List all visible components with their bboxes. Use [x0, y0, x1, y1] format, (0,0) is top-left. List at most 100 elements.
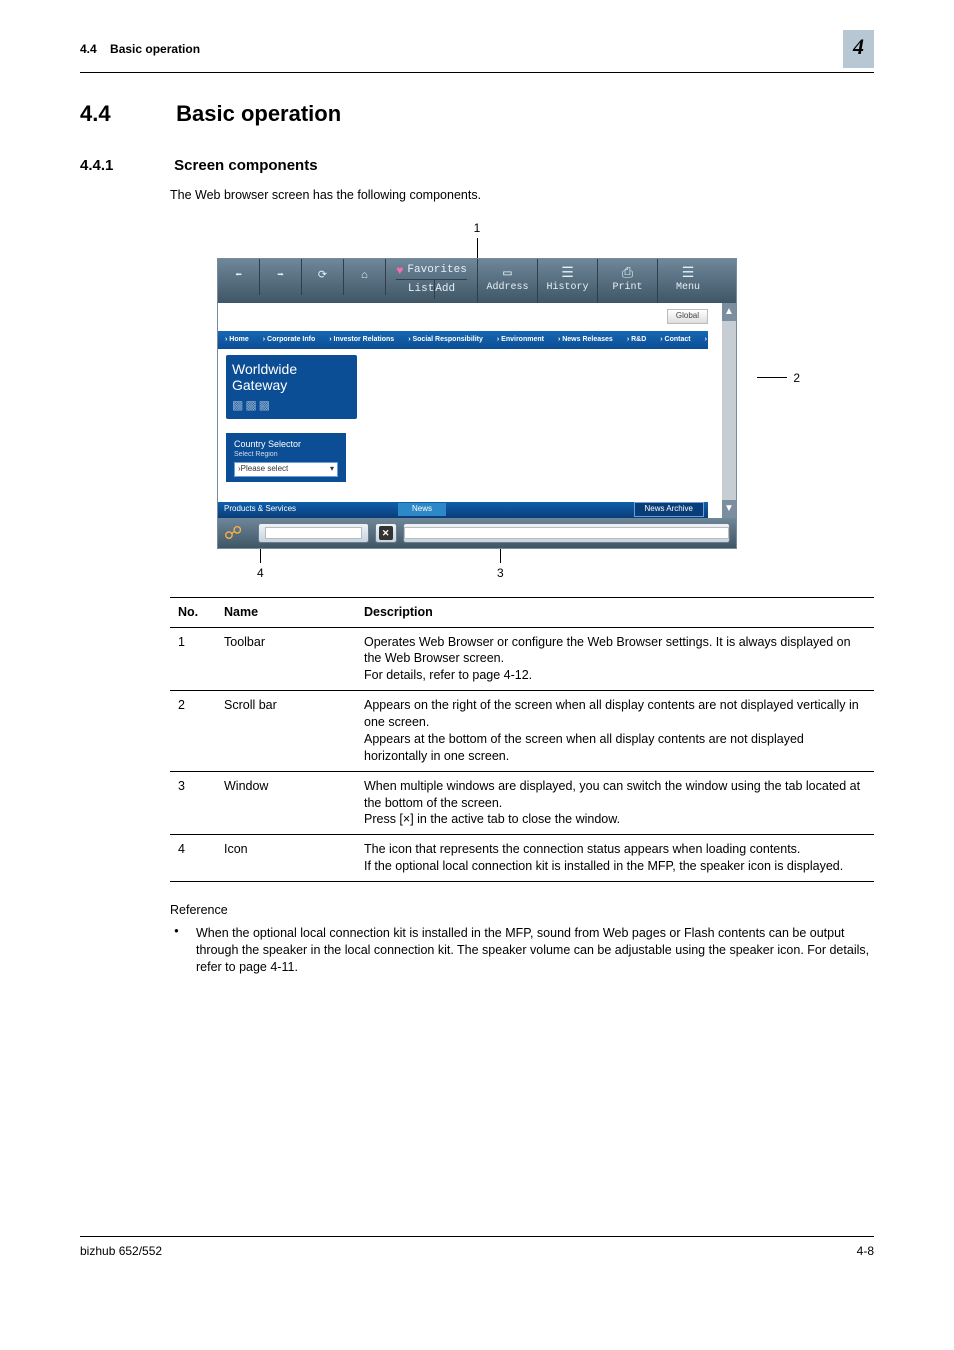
section-number: 4.4 [80, 99, 170, 129]
cell-name: Icon [216, 835, 356, 882]
cell-desc: The icon that represents the connection … [356, 835, 874, 882]
browser-content: Global › Home › Corporate Info › Investo… [218, 303, 736, 518]
components-table: No. Name Description 1ToolbarOperates We… [170, 597, 874, 882]
address-icon: ▭ [503, 267, 511, 281]
nav-item[interactable]: › Investor Relations [322, 335, 401, 344]
scroll-up-icon[interactable]: ▲ [722, 303, 736, 321]
menu-icon: ☰ [682, 267, 695, 281]
scroll-track[interactable] [722, 321, 736, 500]
print-button[interactable]: ⎙ Print [598, 259, 658, 303]
cell-no: 3 [170, 771, 216, 835]
runhead-section-no: 4.4 [80, 42, 97, 56]
favorites-add-button[interactable]: Add [435, 280, 455, 299]
callout-4: 4 [257, 549, 264, 581]
menu-label: Menu [676, 281, 700, 295]
history-label: History [546, 281, 588, 295]
th-no: No. [170, 597, 216, 627]
nav-item[interactable]: › R&D [620, 335, 653, 344]
menu-button[interactable]: ☰ Menu [658, 259, 718, 303]
runhead-section-title: Basic operation [110, 42, 200, 56]
callout-4-label: 4 [257, 566, 264, 580]
callout-3-label: 3 [497, 566, 504, 580]
table-header-row: No. Name Description [170, 597, 874, 627]
browser-bottom-strip: ☍ ✕ [218, 518, 736, 548]
cell-no: 2 [170, 691, 216, 772]
screenshot-figure: 1 2 ⬅ ➡ ⟳ ⌂ ♥ Favorites List [192, 220, 762, 575]
nav-item[interactable]: › Home [218, 335, 256, 344]
page-area: Global › Home › Corporate Info › Investo… [218, 303, 722, 518]
running-header: 4.4 Basic operation 4 [80, 30, 874, 73]
favorites-group: ♥ Favorites List Add [386, 259, 478, 303]
close-icon: ✕ [379, 526, 393, 540]
scroll-down-icon[interactable]: ▼ [722, 500, 736, 518]
close-tab-button[interactable]: ✕ [375, 523, 397, 543]
footer-left: bizhub 652/552 [80, 1243, 162, 1259]
back-button[interactable]: ⬅ [218, 259, 260, 295]
nav-item[interactable]: › Corporate Info [256, 335, 323, 344]
cell-no: 4 [170, 835, 216, 882]
nav-item[interactable]: › Social Responsibility [401, 335, 490, 344]
country-selector: Country Selector Select Region ›Please s… [226, 433, 346, 482]
home-button[interactable]: ⌂ [344, 259, 386, 295]
home-icon: ⌂ [361, 269, 368, 284]
footer-right: 4-8 [857, 1243, 874, 1259]
window-tab-inactive[interactable] [403, 523, 730, 543]
th-desc: Description [356, 597, 874, 627]
page-footer: bizhub 652/552 4-8 [80, 1236, 874, 1259]
address-button[interactable]: ▭ Address [478, 259, 538, 303]
intro-text: The Web browser screen has the following… [170, 187, 874, 204]
region-dropdown[interactable]: ›Please select ▾ [234, 462, 338, 477]
table-row: 4IconThe icon that represents the connec… [170, 835, 874, 882]
nav-item[interactable]: › Contact [653, 335, 697, 344]
connection-icon: ☍ [224, 521, 242, 545]
subsection-number: 4.4.1 [80, 156, 170, 176]
section-title: Basic operation [176, 101, 341, 126]
nav-item[interactable]: › News Releases [551, 335, 620, 344]
dropdown-value: ›Please select [238, 464, 288, 475]
world-map-icon: ▩▩▩ [232, 399, 297, 413]
print-label: Print [612, 281, 642, 295]
callout-2: 2 [757, 370, 800, 386]
nav-item[interactable]: › Environment [490, 335, 551, 344]
history-icon: ☰ [561, 267, 574, 281]
global-tab[interactable]: Global [667, 309, 708, 324]
callout-3: 3 [497, 549, 504, 581]
select-region-label: Select Region [234, 450, 338, 459]
worldwide-gateway: Worldwide Gateway ▩▩▩ [226, 355, 357, 419]
nav-item[interactable]: › MotoGP [698, 335, 722, 344]
section-heading: 4.4 Basic operation [80, 99, 874, 129]
forward-button[interactable]: ➡ [260, 259, 302, 295]
cell-desc: When multiple windows are displayed, you… [356, 771, 874, 835]
chevron-down-icon: ▾ [330, 464, 334, 475]
country-selector-title: Country Selector [234, 438, 338, 450]
callout-1: 1 [192, 220, 762, 258]
history-button[interactable]: ☰ History [538, 259, 598, 303]
site-nav: › Home › Corporate Info › Investor Relat… [218, 331, 708, 349]
reference-list: When the optional local connection kit i… [170, 925, 874, 976]
cell-name: Toolbar [216, 627, 356, 691]
cell-desc: Appears on the right of the screen when … [356, 691, 874, 772]
cell-name: Window [216, 771, 356, 835]
table-row: 3WindowWhen multiple windows are display… [170, 771, 874, 835]
vertical-scrollbar[interactable]: ▲ ▼ [722, 303, 736, 518]
callout-2-label: 2 [793, 370, 800, 386]
browser-toolbar: ⬅ ➡ ⟳ ⌂ ♥ Favorites List Add ▭ Addres [218, 259, 736, 303]
browser-screenshot: ⬅ ➡ ⟳ ⌂ ♥ Favorites List Add ▭ Addres [217, 258, 737, 549]
reference-label: Reference [170, 902, 874, 919]
heart-icon: ♥ [396, 263, 403, 279]
news-archive-link[interactable]: News Archive [634, 502, 704, 517]
news-label: News [398, 503, 446, 516]
cell-desc: Operates Web Browser or configure the We… [356, 627, 874, 691]
favorites-list-button[interactable]: List [408, 280, 435, 299]
address-label: Address [486, 281, 528, 295]
th-name: Name [216, 597, 356, 627]
favorites-label: Favorites [407, 263, 466, 278]
table-row: 2Scroll barAppears on the right of the s… [170, 691, 874, 772]
products-services-bar: Products & Services News News Archive [218, 502, 708, 518]
reference-bullet: When the optional local connection kit i… [170, 925, 874, 976]
window-tab-active[interactable] [258, 523, 368, 543]
cell-no: 1 [170, 627, 216, 691]
table-row: 1ToolbarOperates Web Browser or configur… [170, 627, 874, 691]
reload-button[interactable]: ⟳ [302, 259, 344, 295]
arrow-right-icon: ➡ [277, 269, 284, 284]
